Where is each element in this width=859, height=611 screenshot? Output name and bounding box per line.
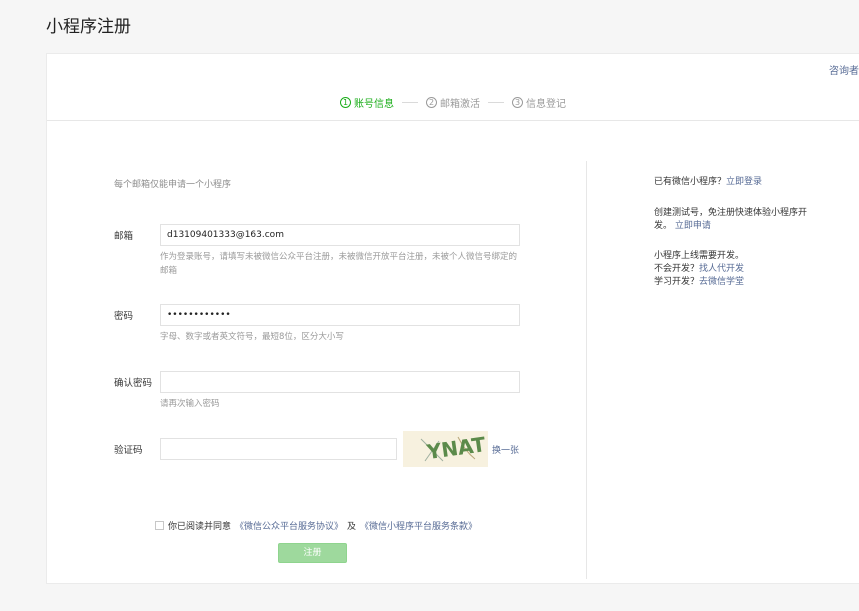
learn-line: 学习开发？去微信学堂 xyxy=(654,276,824,289)
outsource-prompt: 不会开发？ xyxy=(654,264,700,274)
step-email-activation: 2 邮箱激活 xyxy=(426,95,480,110)
captcha-field[interactable] xyxy=(160,438,397,460)
agreement-checkbox[interactable] xyxy=(155,521,164,530)
consult-link[interactable]: 咨询者 xyxy=(829,62,859,77)
confirm-password-field[interactable] xyxy=(160,371,520,393)
registration-card: 咨询者 1 账号信息 2 邮箱激活 3 信息登记 每个邮箱仅能申请一个小程序 邮… xyxy=(46,53,859,584)
test-account-prompt: 创建测试号，免注册快速体验小程序开发。 立即申请 xyxy=(654,207,824,233)
learn-prompt: 学习开发？ xyxy=(654,277,700,287)
wechat-academy-link[interactable]: 去微信学堂 xyxy=(699,277,744,287)
email-label: 邮箱 xyxy=(114,231,134,242)
confirm-password-label: 确认密码 xyxy=(114,378,153,389)
captcha-text: YNAT xyxy=(424,432,487,464)
password-field[interactable] xyxy=(160,304,520,326)
dev-info: 小程序上线需要开发。 不会开发？找人代开发 学习开发？去微信学堂 xyxy=(654,250,824,289)
step-number: 1 xyxy=(340,96,351,108)
agreement: 你已阅读并同意 《微信公众平台服务协议》 及 《微信小程序平台服务条款》 xyxy=(155,519,477,532)
step-number: 2 xyxy=(426,96,437,108)
step-number: 3 xyxy=(512,96,523,108)
column-divider xyxy=(586,161,587,579)
password-tip: 字母、数字或者英文符号，最短8位，区分大小写 xyxy=(160,332,344,342)
miniprogram-terms-link[interactable]: 《微信小程序平台服务条款》 xyxy=(360,519,477,532)
outsource-line: 不会开发？找人代开发 xyxy=(654,263,824,276)
refresh-captcha-link[interactable]: 换一张 xyxy=(492,443,519,456)
service-agreement-link[interactable]: 《微信公众平台服务协议》 xyxy=(235,519,343,532)
step-indicator: 1 账号信息 2 邮箱激活 3 信息登记 xyxy=(47,94,859,110)
captcha-glyphs: YNAT xyxy=(420,432,487,464)
login-prompt-text: 已有微信小程序？ xyxy=(654,177,727,187)
login-link[interactable]: 立即登录 xyxy=(726,177,762,187)
step-label: 邮箱激活 xyxy=(440,98,480,110)
password-label: 密码 xyxy=(114,311,134,322)
header-divider xyxy=(47,120,859,121)
page-title: 小程序注册 xyxy=(46,17,131,37)
confirm-password-tip: 请再次输入密码 xyxy=(160,399,220,409)
agreement-prefix: 你已阅读并同意 xyxy=(168,522,232,532)
captcha-image[interactable]: YNAT xyxy=(403,431,488,467)
apply-test-account-link[interactable]: 立即申请 xyxy=(675,221,711,231)
email-field[interactable] xyxy=(160,224,520,246)
agreement-and: 及 xyxy=(347,522,357,532)
step-connector xyxy=(488,101,504,103)
step-info-registration: 3 信息登记 xyxy=(512,95,566,110)
step-connector xyxy=(402,101,418,103)
register-button[interactable]: 注册 xyxy=(278,543,347,563)
find-developer-link[interactable]: 找人代开发 xyxy=(699,264,744,274)
captcha-label: 验证码 xyxy=(114,445,143,456)
step-label: 账号信息 xyxy=(354,98,394,110)
step-label: 信息登记 xyxy=(526,98,566,110)
login-prompt: 已有微信小程序？立即登录 xyxy=(654,176,824,189)
step-account-info: 1 账号信息 xyxy=(340,95,394,110)
dev-required-text: 小程序上线需要开发。 xyxy=(654,251,745,261)
email-tip: 作为登录账号，请填写未被微信公众平台注册，未被微信开放平台注册，未被个人微信号绑… xyxy=(160,252,518,276)
form-notice: 每个邮箱仅能申请一个小程序 xyxy=(114,180,232,190)
